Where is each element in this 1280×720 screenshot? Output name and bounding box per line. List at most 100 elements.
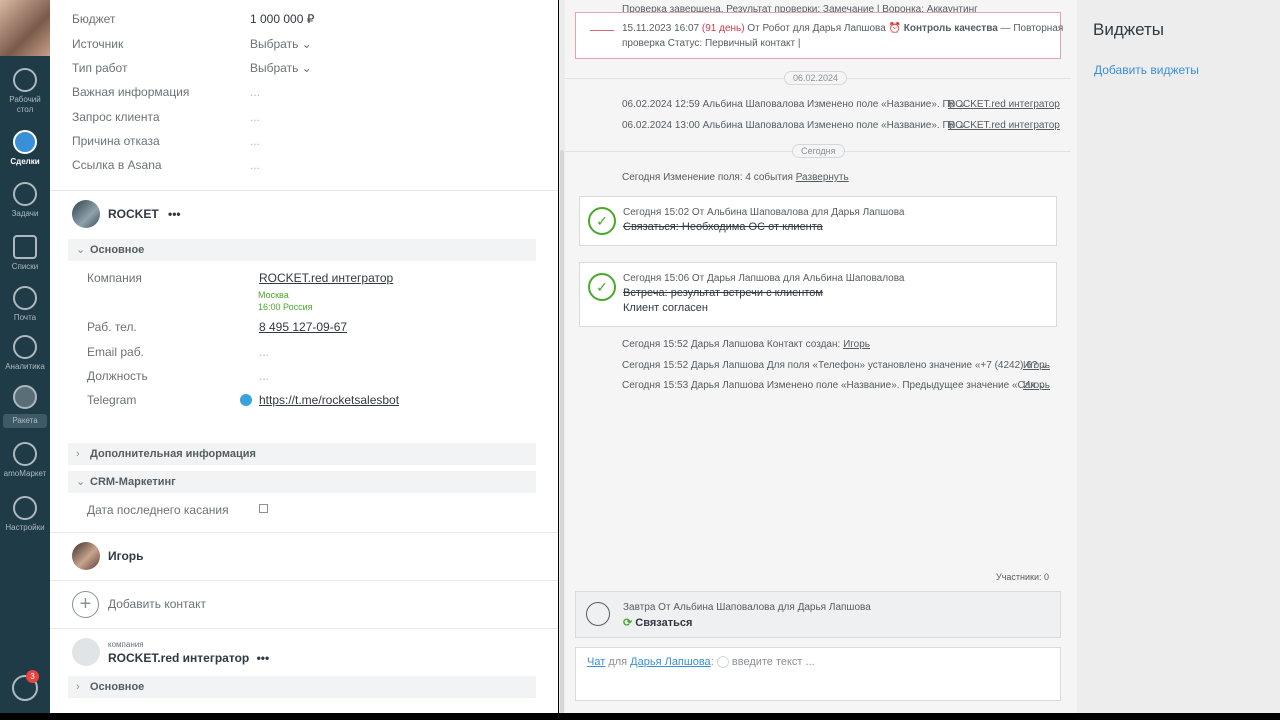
company-city: Москва (258, 290, 289, 300)
email-input[interactable]: ... (259, 345, 269, 359)
contact-igor-name[interactable]: Игорь (108, 549, 144, 563)
task-card-pending: Завтра От Альбина Шаповалова для Дарья Л… (575, 591, 1061, 638)
field-source: Источник Выбрать ⌄ (72, 37, 312, 51)
divider (50, 532, 558, 533)
task-card-completed: ✓ Сегодня 15:06 От Дарья Лапшова для Аль… (579, 262, 1057, 327)
company-link[interactable]: ROCKET.red интегратор (259, 271, 393, 285)
chevron-down-icon[interactable] (716, 656, 729, 669)
section-crm-toggle[interactable]: ⌄ CRM-Маркетинг (68, 471, 536, 493)
chat-input[interactable]: введите текст ... (732, 656, 815, 668)
company-more-button[interactable]: ••• (257, 651, 270, 665)
event-row: 06.02.2024 12:59 Альбина Шаповалова Изме… (622, 99, 1060, 110)
lead-card-panel: Бюджет 1 000 000 ₽ Источник Выбрать ⌄ Тип … (50, 0, 558, 713)
dashboard-icon (13, 68, 37, 92)
company-section-main-toggle[interactable]: › Основное (68, 676, 536, 698)
chevron-right-icon: › (76, 681, 80, 693)
nav-dashboard[interactable]: Рабочий стол (0, 68, 50, 115)
chevron-down-icon: ⌄ (76, 244, 86, 256)
clock-icon (586, 602, 610, 626)
event-row: Сегодня 15:52 Дарья Лапшова Для поля «Те… (622, 360, 1050, 371)
refresh-icon: ⟳ (623, 617, 633, 629)
user-avatar[interactable] (0, 0, 50, 56)
important-info-input[interactable]: ... (250, 85, 260, 99)
contact-telegram-row: Telegram https://t.me/rocketsalesbot (87, 393, 400, 407)
task-text[interactable]: Связаться (635, 617, 692, 629)
section-main-toggle[interactable]: ⌄ Основное (68, 239, 536, 261)
nav-deals[interactable]: Сделки (0, 130, 50, 167)
event-link[interactable]: ROCKET.red интегратор (948, 99, 1060, 110)
field-reject-reason: Причина отказа... (72, 134, 261, 148)
section-extra-toggle[interactable]: › Дополнительная информация (68, 443, 536, 465)
nav-market[interactable]: amoМаркет (0, 442, 50, 479)
rocket-icon (13, 385, 37, 409)
alert-date: 15.11.2023 16:07 (622, 23, 700, 34)
contact-company-row: Компания ROCKET.red интегратор (87, 271, 394, 285)
contact-position-row: Должность... (87, 369, 270, 383)
nav-lists[interactable]: Списки (0, 235, 50, 272)
add-contact-icon[interactable]: + (72, 591, 99, 618)
divider (50, 580, 558, 581)
source-select[interactable]: Выбрать ⌄ (250, 37, 312, 51)
alert-card: 15.11.2023 16:07 (91 день) От Робот для … (575, 12, 1063, 59)
field-client-request: Запрос клиента... (72, 110, 261, 124)
alert-type: Контроль качества (903, 23, 998, 34)
chat-type-selector[interactable]: Чат (587, 656, 605, 668)
today-pill: Сегодня (792, 144, 845, 158)
feed-scrollbar[interactable] (560, 150, 564, 713)
check-icon[interactable]: ✓ (588, 273, 616, 301)
phone-link[interactable]: 8 495 127-09-67 (259, 320, 347, 334)
deals-icon (13, 130, 37, 154)
chat-composer: Чат для Дарья Лапшова: введите текст ... (575, 647, 1061, 701)
nav-rocket[interactable] (0, 385, 50, 412)
mail-icon (13, 286, 37, 310)
chevron-down-icon: ⌄ (76, 476, 86, 488)
position-input[interactable]: ... (259, 369, 269, 383)
telegram-link[interactable]: https://t.me/rocketsalesbot (259, 393, 399, 407)
changes-row: Сегодня Изменение поля: 4 события Развер… (622, 172, 849, 183)
contact-email-row: Email раб.... (87, 345, 270, 359)
add-widgets-link[interactable]: Добавить виджеты (1094, 63, 1199, 77)
asana-link-input[interactable]: ... (250, 158, 260, 172)
contact-more-button[interactable]: ••• (168, 207, 181, 221)
reject-reason-input[interactable]: ... (250, 134, 260, 148)
chat-recipient[interactable]: Дарья Лапшова (630, 656, 711, 668)
event-link[interactable]: ROCKET.red интегратор (948, 120, 1060, 131)
event-link[interactable]: Игорь (1023, 380, 1050, 391)
company-local-time: 16:00 Россия (258, 302, 313, 312)
nav-analytics[interactable]: Аналитика (0, 335, 50, 372)
contact-name[interactable]: ROCKET (108, 207, 159, 221)
event-row: Сегодня 15:53 Дарья Лапшова Изменено пол… (622, 380, 1050, 391)
participants-count: Участники: 0 (996, 572, 1050, 582)
divider (50, 628, 558, 629)
budget-value[interactable]: 1 000 000 ₽ (250, 12, 314, 26)
nav-mail[interactable]: Почта (0, 286, 50, 323)
tasks-icon (13, 182, 37, 206)
event-link[interactable]: Игорь (843, 339, 870, 350)
expand-link[interactable]: Развернуть (796, 172, 849, 183)
divider (50, 190, 558, 191)
company-name[interactable]: ROCKET.red интегратор (108, 651, 249, 665)
alarm-icon: ⏰ (888, 23, 902, 34)
lists-icon (13, 235, 37, 259)
calendar-icon[interactable] (259, 504, 268, 513)
settings-icon (13, 496, 37, 520)
activity-feed: Проверка завершена. Результат проверки: … (559, 0, 1077, 713)
field-asana-link: Ссылка в Asana... (72, 158, 261, 172)
event-row: 06.02.2024 13:00 Альбина Шаповалова Изме… (622, 120, 1060, 131)
work-type-select[interactable]: Выбрать ⌄ (250, 61, 312, 75)
event-link[interactable]: Игорь (1023, 360, 1050, 371)
nav-settings[interactable]: Настройки (0, 496, 50, 533)
alert-from: От Робот для Дарья Лапшова (747, 23, 886, 34)
check-icon[interactable]: ✓ (588, 207, 616, 235)
contact-avatar[interactable] (72, 200, 100, 228)
company-caption: компания (108, 640, 144, 649)
nav-tasks[interactable]: Задачи (0, 182, 50, 219)
contact-avatar[interactable] (72, 542, 100, 570)
chat-badge: 3 (26, 670, 39, 683)
client-request-input[interactable]: ... (250, 110, 260, 124)
task-card-completed: ✓ Сегодня 15:02 От Альбина Шаповалова дл… (579, 196, 1057, 246)
field-important-info: Важная информация... (72, 85, 261, 99)
add-contact-button[interactable]: Добавить контакт (108, 597, 206, 611)
company-avatar (72, 638, 100, 666)
event-row: Сегодня 15:52 Дарья Лапшова Контакт созд… (622, 339, 871, 350)
